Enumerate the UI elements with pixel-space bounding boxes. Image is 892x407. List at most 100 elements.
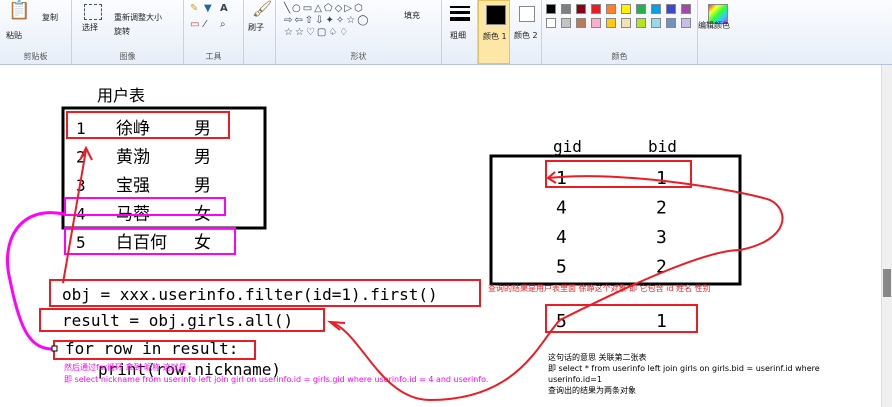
girls-table-box — [489, 154, 742, 286]
palette-swatch[interactable] — [681, 18, 691, 28]
paste-icon[interactable]: 📋 — [8, 2, 30, 20]
color1-swatch — [486, 5, 506, 25]
color2-label: 颜色 2 — [514, 31, 538, 40]
fill-icon[interactable]: ▼ — [204, 4, 212, 14]
palette-group: 颜色 — [542, 0, 698, 64]
paste-button[interactable]: 粘贴 — [6, 30, 22, 41]
clipboard-group: 📋 粘贴 复制 剪贴板 — [0, 0, 72, 64]
palette-swatch[interactable] — [651, 18, 661, 28]
user-name-cell: 白百何 — [116, 233, 167, 253]
user-gender-cell: 男 — [194, 176, 211, 196]
user-id-cell: 5 — [76, 233, 86, 252]
size-button[interactable]: 粗细 — [450, 30, 466, 41]
palette-swatch[interactable] — [576, 18, 586, 28]
size-group: 粗细 — [442, 0, 478, 64]
palette-swatch[interactable] — [591, 4, 601, 14]
palette-swatch[interactable] — [591, 18, 601, 28]
girls-row5-highlight — [545, 304, 698, 333]
rotate-button[interactable]: 旋转 — [114, 26, 130, 37]
copy-button[interactable]: 复制 — [42, 12, 58, 23]
image-group: 选择 重新调整大小 旋转 图像 — [72, 0, 184, 64]
color1-button[interactable]: 颜色 1 — [478, 0, 510, 64]
edit-colors-button[interactable]: 编辑颜色 — [698, 20, 730, 31]
select-button[interactable]: 选择 — [82, 22, 98, 33]
user-table-box — [61, 106, 267, 230]
palette-swatch[interactable] — [621, 4, 631, 14]
palette-swatch[interactable] — [576, 4, 586, 14]
drawing-svg: 用户表 1 徐峥 男2 黄渤 男3 宝强 男4 马蓉 女5 白百何女 gid bid 1 14 24 3… — [5, 86, 820, 402]
ribbon: 📋 粘贴 复制 剪贴板 选择 重新调整大小 旋转 图像 ✎ ▼ A ▭ ⁄ ⌕ … — [0, 0, 892, 65]
palette-swatch[interactable] — [636, 4, 646, 14]
vertical-scrollbar[interactable] — [881, 65, 892, 407]
gid-cell: 4 — [556, 198, 567, 219]
user-name-cell: 黄渤 — [116, 148, 150, 168]
bid-cell: 1 — [656, 311, 667, 332]
fill-dropdown[interactable]: 填充 — [404, 10, 420, 21]
user-gender-cell: 男 — [194, 119, 211, 139]
palette-swatch[interactable] — [666, 4, 676, 14]
tools-group: ✎ ▼ A ▭ ⁄ ⌕ 工具 — [184, 0, 244, 64]
brush-group: 🖌 刷子 — [244, 0, 276, 64]
brush-icon[interactable]: 🖌 — [252, 1, 272, 17]
user-gender-cell: 女 — [194, 233, 211, 253]
text-icon[interactable]: A — [220, 4, 228, 14]
eraser-icon[interactable]: ▭ — [190, 20, 199, 30]
explain-line3: 查询出的结果为两条对象 — [548, 385, 636, 395]
image-group-label: 图像 — [119, 52, 136, 61]
color-picker-icon[interactable]: ⁄ — [204, 20, 206, 30]
color2-button[interactable]: 颜色 2 — [510, 0, 542, 64]
girls-row1-highlight — [545, 160, 692, 188]
palette-swatch[interactable] — [561, 4, 571, 14]
color1-label: 颜色 1 — [483, 32, 507, 41]
palette-swatch[interactable] — [606, 4, 616, 14]
shapes-gallery-row3[interactable]: ☆☆♡▢♤♢ — [284, 28, 350, 38]
colors-group-label: 颜色 — [611, 52, 628, 61]
user-table-rows: 1 徐峥 男2 黄渤 男3 宝强 男4 马蓉 女5 白百何女 — [76, 119, 211, 253]
clipboard-group-label: 剪贴板 — [23, 52, 48, 61]
select-icon[interactable] — [84, 4, 102, 20]
gid-cell: 4 — [556, 227, 567, 248]
edit-colors-group: 编辑颜色 — [698, 0, 738, 64]
code-line2: result = obj.girls.all() — [62, 311, 293, 330]
scrollbar-thumb[interactable] — [883, 269, 891, 297]
gid-cell: 5 — [556, 257, 567, 278]
size-line-3 — [450, 17, 470, 21]
bottom-note-2: 即 select nickname from userinfo left joi… — [64, 375, 488, 384]
girls-table-rows: 1 14 24 35 25 1 — [556, 168, 667, 332]
palette-swatch[interactable] — [666, 18, 676, 28]
palette-swatch[interactable] — [561, 18, 571, 28]
explain-line1: 即 select * from userinfo left join girls… — [548, 364, 820, 373]
handle-square[interactable] — [51, 345, 58, 352]
user-id-cell: 1 — [76, 119, 86, 138]
resize-button[interactable]: 重新调整大小 — [114, 12, 162, 23]
user-gender-cell: 男 — [194, 148, 211, 168]
paint-canvas[interactable]: 用户表 1 徐峥男 2 黄渤男 3 宝强男 4 马蓉女 5 白百何女 gid bid 114243… — [0, 65, 892, 407]
code-line3: for row in result: — [65, 339, 238, 358]
shapes-gallery[interactable]: ╲○▭△⬠◇▷⬡ — [284, 4, 365, 14]
bid-cell: 3 — [656, 227, 667, 248]
pencil-icon[interactable]: ✎ — [190, 4, 198, 14]
brush-button[interactable]: 刷子 — [248, 22, 264, 33]
size-icon[interactable] — [450, 6, 470, 8]
palette-swatch[interactable] — [546, 18, 556, 28]
gid-cell: 1 — [556, 168, 567, 189]
bid-cell: 2 — [656, 198, 667, 219]
code-line1: obj = xxx.userinfo.filter(id=1).first() — [62, 285, 438, 304]
palette-swatch[interactable] — [621, 18, 631, 28]
user-table-title: 用户表 — [97, 86, 145, 105]
palette-swatch[interactable] — [681, 4, 691, 14]
palette-swatch[interactable] — [651, 4, 661, 14]
user-name-cell: 徐峥 — [116, 119, 150, 139]
explain-line2: userinfo.id=1 — [548, 375, 602, 384]
palette-swatch[interactable] — [636, 18, 646, 28]
user-name-cell: 宝强 — [116, 176, 150, 196]
bottom-note-1: 然后通过for循环 拿到 昵称 这就是 — [64, 362, 187, 372]
palette-swatch[interactable] — [546, 4, 556, 14]
query-note: 查询的结果是用户表里面 徐峥这个对象 即 它包含 id 姓名 性别 — [488, 283, 711, 293]
palette-swatch[interactable] — [606, 18, 616, 28]
magnifier-icon[interactable]: ⌕ — [220, 20, 226, 30]
shapes-gallery-row2[interactable]: ⇨⇦⇧⇩✦✧☆◯ — [284, 16, 370, 26]
size-line-2 — [450, 11, 470, 14]
shapes-group: ╲○▭△⬠◇▷⬡ ⇨⇦⇧⇩✦✧☆◯ ☆☆♡▢♤♢ 填充 形状 — [276, 0, 442, 64]
tools-group-label: 工具 — [205, 52, 222, 61]
